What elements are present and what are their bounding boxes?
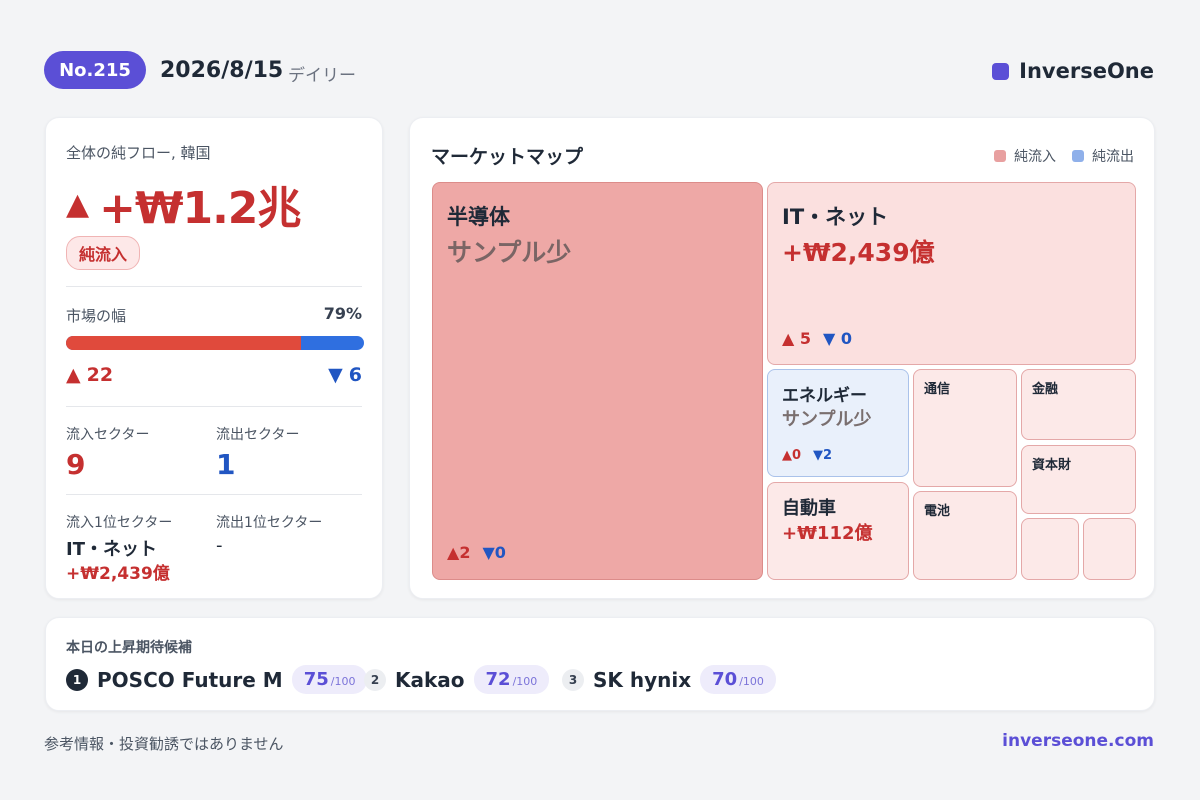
market-map-title: マーケットマップ [431,146,584,168]
inflow-sectors-count: 9 [66,448,86,481]
map-legend: 純流入 純流出 [994,146,1134,166]
outflow-sectors-count: 1 [216,448,236,481]
sector-name: 半導体 [447,205,510,229]
breadth-bar [66,336,364,350]
report-date: 2026/8/15 [160,58,284,83]
down-triangle-icon: ▼ [813,448,824,463]
candidate-item[interactable]: 2 Kakao 72/100 [364,665,550,694]
treemap-cell-finance[interactable]: 金融 [1021,369,1136,440]
score-pill: 70/100 [700,665,776,694]
top-inflow-name: IT・ネット [66,539,157,560]
sector-name: 電池 [924,504,951,519]
candidates-title: 本日の上昇期待候補 [66,640,192,656]
outflow-sectors-label: 流出セクター [216,427,300,443]
summary-card: 全体の純フロー, 韓国 ▲ +₩1.2兆 純流入 市場の幅 79% ▲ 22 ▼ 6… [45,117,383,599]
breadth-bar-fill [66,336,302,350]
brand-logo-icon [992,62,1010,80]
top-outflow-name: - [216,535,223,556]
report-type: デイリー [288,66,356,86]
rank-badge: 3 [562,668,584,691]
candidate-name: Kakao [395,667,465,692]
net-flow-value: ▲ +₩1.2兆 [66,183,301,234]
treemap-cell-small-b[interactable] [1083,518,1136,580]
top-inflow-value: +₩2,439億 [66,564,170,584]
legend-outflow-label: 純流出 [1092,149,1134,165]
legend-inflow-swatch [994,150,1006,162]
legend-inflow-label: 純流入 [1014,149,1056,165]
treemap-cell-small-a[interactable] [1021,518,1079,580]
score-pill: 75/100 [291,665,368,694]
down-triangle-icon: ▼ [482,543,495,562]
up-triangle-icon: ▲ [782,448,792,463]
top-inflow-label: 流入1位セクター [66,515,173,531]
score-pill: 72/100 [473,665,550,694]
sector-name: 通信 [924,382,951,397]
treemap-cell-capital-goods[interactable]: 資本財 [1021,445,1136,514]
sector-sub: サンプル少 [447,238,572,267]
sector-sub: +₩112億 [782,523,873,544]
market-map-card: マーケットマップ 純流入 純流出 半導体 サンプル少 ▲2 ▼0 IT・ネット … [409,117,1155,599]
down-count: ▼ 6 [328,364,362,386]
issue-number-badge: No.215 [44,51,146,89]
top-outflow-label: 流出1位セクター [216,515,323,531]
down-triangle-icon: ▼ [823,329,836,348]
candidate-name: SK hynix [593,667,692,692]
up-triangle-icon: ▲ [447,543,460,562]
sector-counts: ▲2 ▼0 [447,543,506,562]
sector-name: 自動車 [782,498,836,519]
sector-name: エネルギー [782,386,867,406]
inflow-sectors-label: 流入セクター [66,427,150,443]
rank-badge: 1 [66,668,88,691]
treemap-cell-battery[interactable]: 電池 [913,491,1017,580]
treemap-cell-auto[interactable]: 自動車 +₩112億 [767,482,909,580]
candidate-name: POSCO Future M [97,667,283,692]
candidate-item[interactable]: 1 POSCO Future M 75/100 [66,665,368,694]
treemap-cell-energy[interactable]: エネルギー サンプル少 ▲0 ▼2 [767,369,909,477]
up-triangle-icon: ▲ [66,186,90,222]
breadth-label: 市場の幅 [66,307,127,325]
up-triangle-icon: ▲ [782,329,795,348]
site-link[interactable]: inverseone.com [1002,731,1154,751]
brand-name: InverseOne [1019,59,1154,83]
up-count: ▲ 22 [66,364,114,386]
treemap-cell-semiconductors[interactable]: 半導体 サンプル少 ▲2 ▼0 [432,182,763,580]
sector-name: 金融 [1032,382,1059,397]
breadth-percent: 79% [323,304,362,323]
inflow-badge: 純流入 [66,236,141,270]
treemap-cell-telecom[interactable]: 通信 [913,369,1017,487]
rank-badge: 2 [364,668,386,691]
sector-counts: ▲ 5 ▼ 0 [782,329,853,348]
sector-counts: ▲0 ▼2 [782,448,833,463]
sector-sub: +₩2,439億 [782,238,935,267]
disclaimer: 参考情報・投資勧誘ではありません [44,735,284,753]
net-flow-label: 全体の純フロー, 韓国 [66,144,211,162]
up-triangle-icon: ▲ [66,364,81,386]
brand: InverseOne [992,59,1154,83]
sector-name: IT・ネット [782,205,889,229]
legend-outflow-swatch [1072,150,1084,162]
treemap-cell-it-net[interactable]: IT・ネット +₩2,439億 ▲ 5 ▼ 0 [767,182,1136,365]
sector-name: 資本財 [1032,458,1072,473]
candidate-item[interactable]: 3 SK hynix 70/100 [562,665,776,694]
down-triangle-icon: ▼ [328,364,343,386]
sector-sub: サンプル少 [782,409,872,430]
candidates-card: 本日の上昇期待候補 1 POSCO Future M 75/100 2 Kaka… [45,617,1155,711]
